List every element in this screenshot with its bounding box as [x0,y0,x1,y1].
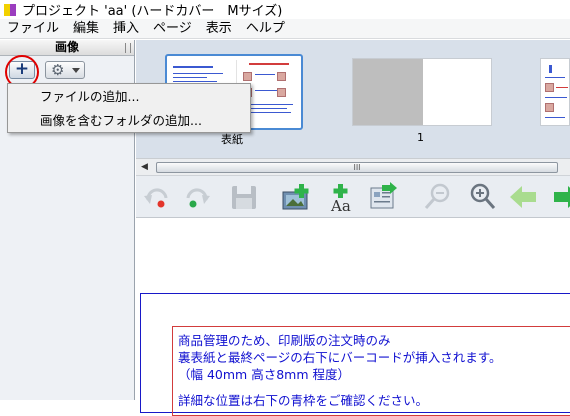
menu-item-add-folder[interactable]: 画像を含むフォルダの追加... [8,110,250,132]
page-label-cover: 表紙 [221,133,243,146]
scrollbar-thumb[interactable]: III [156,162,558,173]
redo-icon[interactable] [182,182,214,212]
zoom-in-icon[interactable] [466,182,498,212]
panel-grip-icon[interactable] [125,43,131,53]
image-panel-header: 画像 [0,40,134,56]
menu-item-add-files[interactable]: ファイルの追加... [8,86,250,108]
menu-page[interactable]: ページ [146,19,199,39]
svg-text:Aa: Aa [330,197,351,212]
add-image-icon[interactable] [281,182,313,212]
gear-icon: ⚙ [51,61,65,79]
menu-bar: ファイル 編集 挿入 ページ 表示 ヘルプ [0,19,570,39]
menu-file[interactable]: ファイル [0,19,66,39]
window-title: プロジェクト 'aa' (ハードカバー Mサイズ) [22,4,283,19]
menu-insert[interactable]: 挿入 [106,19,146,39]
menu-edit[interactable]: 編集 [66,19,106,39]
settings-dropdown-button[interactable]: ⚙ [45,61,85,79]
blank-page-preview [353,59,423,125]
page-import-icon[interactable] [368,182,400,212]
page-strip-scrollbar[interactable]: ◀ III [136,158,570,175]
page-label-1: 1 [417,131,424,144]
add-menu: ファイルの追加... 画像を含むフォルダの追加... [7,83,251,133]
image-panel-toolbar: + ⚙ [0,55,134,89]
save-icon[interactable] [228,182,260,212]
prev-page-icon[interactable] [508,182,540,212]
chevron-down-icon [72,68,80,73]
menu-view[interactable]: 表示 [199,19,239,39]
zoom-out-icon[interactable] [422,182,454,212]
editor-toolbar: Aa [136,175,570,218]
page-thumbnail-2[interactable] [540,58,570,126]
app-icon [4,3,16,16]
notice-line-3: （幅 40mm 高さ8mm 程度） [178,367,350,382]
next-page-icon[interactable] [550,182,570,212]
page-thumbnail-1[interactable] [352,58,492,126]
scroll-left-icon[interactable]: ◀ [136,159,153,175]
page-canvas[interactable]: 商品管理のため、印刷版の注文時のみ 裏表紙と最終ページの右下にバーコードが挿入さ… [136,219,570,416]
menu-help[interactable]: ヘルプ [239,19,292,39]
undo-icon[interactable] [140,182,172,212]
notice-textbox[interactable]: 商品管理のため、印刷版の注文時のみ 裏表紙と最終ページの右下にバーコードが挿入さ… [172,326,570,416]
add-text-icon[interactable]: Aa [326,182,358,212]
image-panel-title: 画像 [54,40,79,54]
title-bar: プロジェクト 'aa' (ハードカバー Mサイズ) [0,0,570,19]
